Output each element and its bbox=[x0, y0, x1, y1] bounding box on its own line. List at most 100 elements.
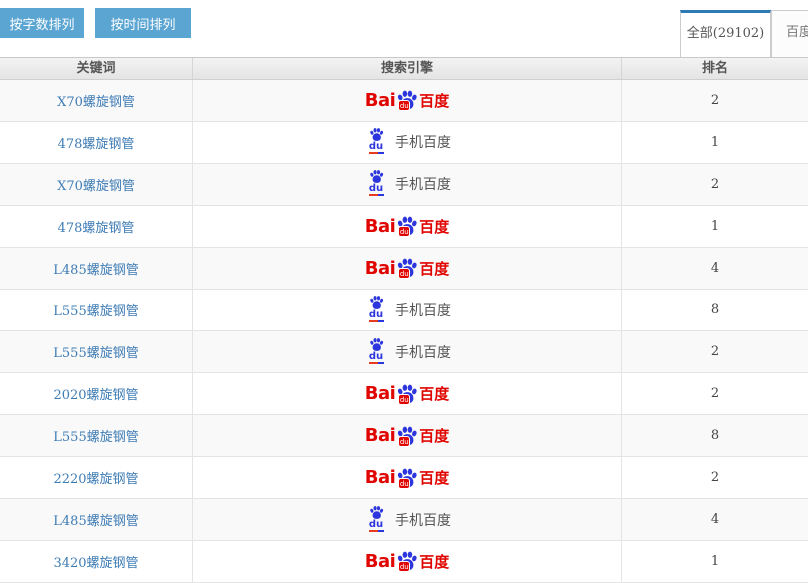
engine-filter-tabs: 全部(29102) 百度 bbox=[680, 10, 808, 57]
rank-value: 2 bbox=[711, 177, 719, 192]
baidu-du-badge: du bbox=[398, 394, 410, 405]
table-row: L485螺旋钢管 Bai du 百度 bbox=[0, 248, 808, 290]
rank-value: 1 bbox=[711, 219, 719, 234]
rank-value: 2 bbox=[711, 344, 719, 359]
baidu-mobile-logo: du 手机百度 bbox=[363, 295, 451, 325]
baidu-mobile-label: 手机百度 bbox=[395, 300, 451, 320]
keyword-link[interactable]: X70螺旋钢管 bbox=[57, 175, 135, 194]
rank-cell: 2 bbox=[621, 80, 808, 121]
baidu-du-badge: du bbox=[398, 100, 410, 111]
keyword-cell: L555螺旋钢管 bbox=[0, 415, 192, 456]
rank-value: 4 bbox=[711, 512, 719, 527]
column-header-keyword: 关键词 bbox=[0, 58, 192, 79]
keyword-link[interactable]: 478螺旋钢管 bbox=[58, 133, 135, 152]
column-header-engine: 搜索引擎 bbox=[192, 58, 621, 79]
rank-cell: 1 bbox=[621, 541, 808, 582]
baidu-mobile-label: 手机百度 bbox=[395, 174, 451, 194]
baidu-du-badge: du bbox=[398, 268, 410, 279]
rank-value: 8 bbox=[711, 428, 719, 443]
baidu-mobile-label: 手机百度 bbox=[395, 342, 451, 362]
baidu-logo-text-cn: 百度 bbox=[419, 258, 449, 279]
keyword-link[interactable]: L485螺旋钢管 bbox=[53, 259, 138, 278]
baidu-mobile-paw-icon: du bbox=[363, 505, 389, 535]
rank-value: 4 bbox=[711, 261, 719, 276]
baidu-mobile-du-text: du bbox=[369, 352, 383, 361]
table-row: L555螺旋钢管 Bai du 百度 bbox=[0, 331, 808, 373]
table-row: 478螺旋钢管 Bai du 百度 bbox=[0, 206, 808, 248]
baidu-paw-icon: du bbox=[396, 425, 418, 447]
keyword-link[interactable]: X70螺旋钢管 bbox=[57, 91, 135, 110]
ranking-table: 关键词 搜索引擎 排名 X70螺旋钢管 Bai du bbox=[0, 57, 808, 583]
baidu-paw-icon: du bbox=[396, 383, 418, 405]
baidu-mobile-du-text: du bbox=[369, 184, 383, 193]
baidu-logo: Bai du 百度 bbox=[365, 550, 450, 572]
baidu-mobile-du-text: du bbox=[369, 520, 383, 529]
table-body: X70螺旋钢管 Bai du 百度 bbox=[0, 80, 808, 583]
table-row: L485螺旋钢管 Bai du 百度 bbox=[0, 499, 808, 541]
baidu-paw-icon: du bbox=[396, 467, 418, 489]
keyword-link[interactable]: 478螺旋钢管 bbox=[58, 217, 135, 236]
baidu-mobile-du-text: du bbox=[369, 142, 383, 151]
baidu-mobile-logo: du 手机百度 bbox=[363, 505, 451, 535]
baidu-mobile-label: 手机百度 bbox=[395, 510, 451, 530]
baidu-mobile-underline bbox=[369, 194, 384, 196]
keyword-cell: 3420螺旋钢管 bbox=[0, 541, 192, 582]
rank-cell: 8 bbox=[621, 415, 808, 456]
engine-cell: Bai du 百度 bbox=[192, 80, 621, 121]
engine-cell: Bai du 百度 bbox=[192, 415, 621, 456]
table-row: X70螺旋钢管 Bai du 百度 bbox=[0, 164, 808, 206]
rank-cell: 4 bbox=[621, 248, 808, 289]
baidu-logo-text-bai: Bai bbox=[365, 383, 396, 404]
baidu-mobile-du-text: du bbox=[369, 310, 383, 319]
rank-cell: 2 bbox=[621, 331, 808, 372]
tab-all[interactable]: 全部(29102) bbox=[680, 10, 771, 57]
keyword-cell: L485螺旋钢管 bbox=[0, 248, 192, 289]
table-row: X70螺旋钢管 Bai du 百度 bbox=[0, 80, 808, 122]
rank-cell: 2 bbox=[621, 457, 808, 498]
rank-cell: 1 bbox=[621, 206, 808, 247]
baidu-logo-text-bai: Bai bbox=[365, 551, 396, 572]
baidu-logo: Bai du 百度 bbox=[365, 467, 450, 489]
baidu-logo: Bai du 百度 bbox=[365, 89, 450, 111]
keyword-cell: L555螺旋钢管 bbox=[0, 290, 192, 331]
table-row: 2220螺旋钢管 Bai du 百度 bbox=[0, 457, 808, 499]
baidu-paw-icon: du bbox=[396, 550, 418, 572]
sort-by-time-button[interactable]: 按时间排列 bbox=[95, 8, 191, 38]
engine-cell: Bai du 百度 bbox=[192, 457, 621, 498]
baidu-mobile-logo: du 手机百度 bbox=[363, 127, 451, 157]
keyword-link[interactable]: 2220螺旋钢管 bbox=[53, 468, 138, 487]
baidu-logo-text-bai: Bai bbox=[365, 425, 396, 446]
baidu-logo-text-cn: 百度 bbox=[419, 90, 449, 111]
baidu-mobile-paw-icon: du bbox=[363, 337, 389, 367]
keyword-link[interactable]: L555螺旋钢管 bbox=[53, 426, 138, 445]
rank-value: 2 bbox=[711, 470, 719, 485]
baidu-paw-icon: du bbox=[396, 89, 418, 111]
keyword-cell: X70螺旋钢管 bbox=[0, 80, 192, 121]
column-header-rank: 排名 bbox=[621, 58, 808, 79]
rank-value: 1 bbox=[711, 135, 719, 150]
keyword-link[interactable]: 3420螺旋钢管 bbox=[53, 552, 138, 571]
keyword-cell: L555螺旋钢管 bbox=[0, 331, 192, 372]
sort-by-chars-button[interactable]: 按字数排列 bbox=[0, 8, 84, 38]
keyword-link[interactable]: L555螺旋钢管 bbox=[53, 342, 138, 361]
table-header-row: 关键词 搜索引擎 排名 bbox=[0, 57, 808, 80]
baidu-logo-text-bai: Bai bbox=[365, 467, 396, 488]
table-row: 3420螺旋钢管 Bai du 百度 bbox=[0, 541, 808, 583]
tab-baidu[interactable]: 百度 bbox=[771, 10, 808, 57]
baidu-logo: Bai du 百度 bbox=[365, 383, 450, 405]
baidu-mobile-underline bbox=[369, 530, 384, 532]
keyword-link[interactable]: L485螺旋钢管 bbox=[53, 510, 138, 529]
baidu-logo-text-cn: 百度 bbox=[419, 383, 449, 404]
baidu-du-badge: du bbox=[398, 561, 410, 572]
keyword-link[interactable]: L555螺旋钢管 bbox=[53, 300, 138, 319]
baidu-mobile-logo: du 手机百度 bbox=[363, 169, 451, 199]
rank-value: 2 bbox=[711, 93, 719, 108]
baidu-mobile-paw-icon: du bbox=[363, 295, 389, 325]
baidu-logo: Bai du 百度 bbox=[365, 425, 450, 447]
keyword-link[interactable]: 2020螺旋钢管 bbox=[53, 384, 138, 403]
engine-cell: Bai du 百度 bbox=[192, 122, 621, 163]
table-row: L555螺旋钢管 Bai du 百度 bbox=[0, 290, 808, 332]
baidu-logo: Bai du 百度 bbox=[365, 215, 450, 237]
keyword-cell: 2220螺旋钢管 bbox=[0, 457, 192, 498]
baidu-du-badge: du bbox=[398, 226, 410, 237]
